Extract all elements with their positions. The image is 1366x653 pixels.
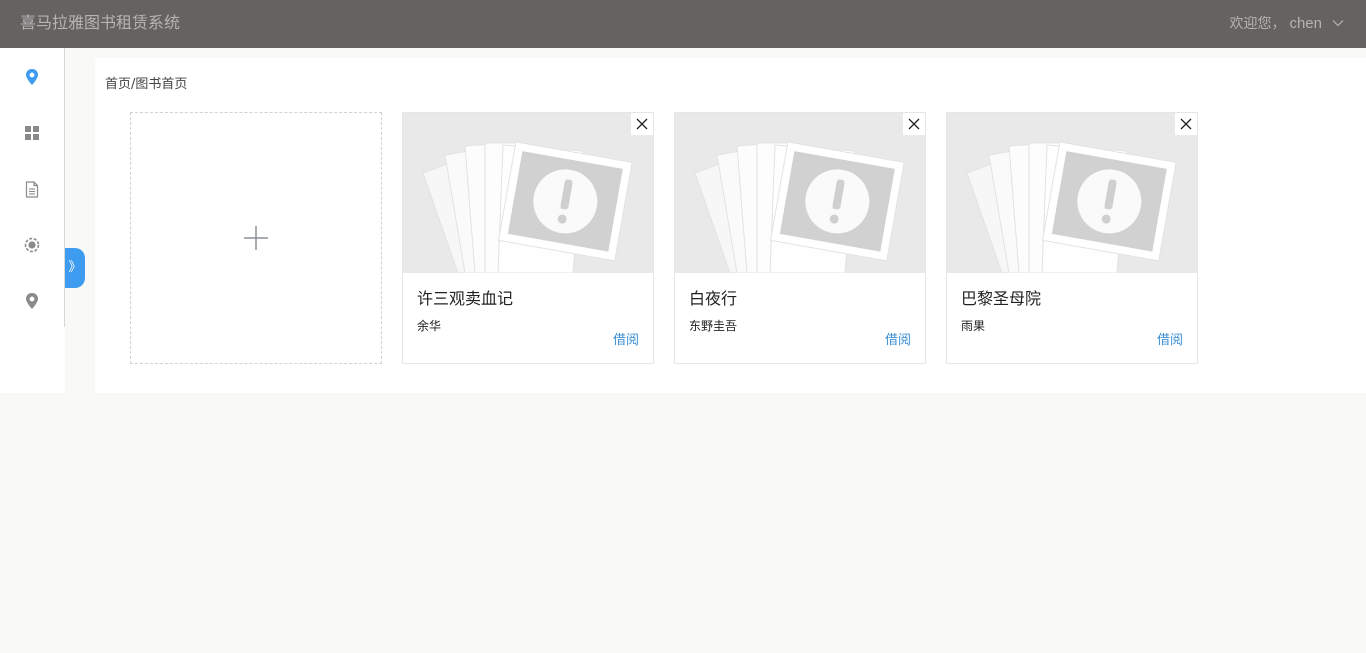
sidebar-item-settings-icon[interactable] xyxy=(22,235,42,255)
main-content: 首页/图书首页 许三观卖血记 余华 借阅 白夜行 东野圭吾 借阅 巴黎圣母院 雨… xyxy=(95,58,1366,393)
sidebar-item-grid-icon[interactable] xyxy=(22,123,42,143)
sidebar-toggle-label: 》 xyxy=(68,260,82,275)
book-cover-placeholder xyxy=(403,113,653,273)
remove-book-button[interactable] xyxy=(631,113,653,135)
sidebar-toggle-button[interactable]: 》 xyxy=(65,248,85,288)
chevron-down-icon[interactable] xyxy=(1332,17,1344,29)
book-title: 许三观卖血记 xyxy=(417,289,514,308)
sidebar-item-location-icon[interactable] xyxy=(22,291,42,311)
borrow-link[interactable]: 借阅 xyxy=(1157,333,1183,349)
sidebar-item-document-icon[interactable] xyxy=(22,179,42,199)
book-title: 巴黎圣母院 xyxy=(961,289,1042,308)
book-author: 余华 xyxy=(417,319,442,333)
welcome-text: 欢迎您， xyxy=(1229,16,1286,32)
add-book-card[interactable] xyxy=(130,112,382,364)
book-cover-placeholder xyxy=(947,113,1197,273)
book-card[interactable]: 许三观卖血记 余华 借阅 xyxy=(402,112,654,364)
book-card[interactable]: 巴黎圣母院 雨果 借阅 xyxy=(946,112,1198,364)
app-title: 喜马拉雅图书租赁系统 xyxy=(20,13,181,32)
sidebar-item-location-icon[interactable] xyxy=(22,67,42,87)
plus-icon xyxy=(244,226,268,250)
borrow-link[interactable]: 借阅 xyxy=(613,333,639,349)
book-card[interactable]: 白夜行 东野圭吾 借阅 xyxy=(674,112,926,364)
top-header: 喜马拉雅图书租赁系统 欢迎您， chen xyxy=(0,0,1366,48)
book-author: 东野圭吾 xyxy=(689,319,738,333)
user-menu[interactable]: 欢迎您， chen xyxy=(1229,14,1344,32)
breadcrumb: 首页/图书首页 xyxy=(105,77,188,92)
remove-book-button[interactable] xyxy=(903,113,925,135)
sidebar xyxy=(0,48,65,393)
book-title: 白夜行 xyxy=(689,289,738,308)
close-icon xyxy=(1180,118,1192,130)
book-cover-placeholder xyxy=(675,113,925,273)
book-author: 雨果 xyxy=(961,319,986,333)
close-icon xyxy=(908,118,920,130)
borrow-link[interactable]: 借阅 xyxy=(885,333,911,349)
close-icon xyxy=(636,118,648,130)
remove-book-button[interactable] xyxy=(1175,113,1197,135)
username[interactable]: chen xyxy=(1289,15,1322,32)
